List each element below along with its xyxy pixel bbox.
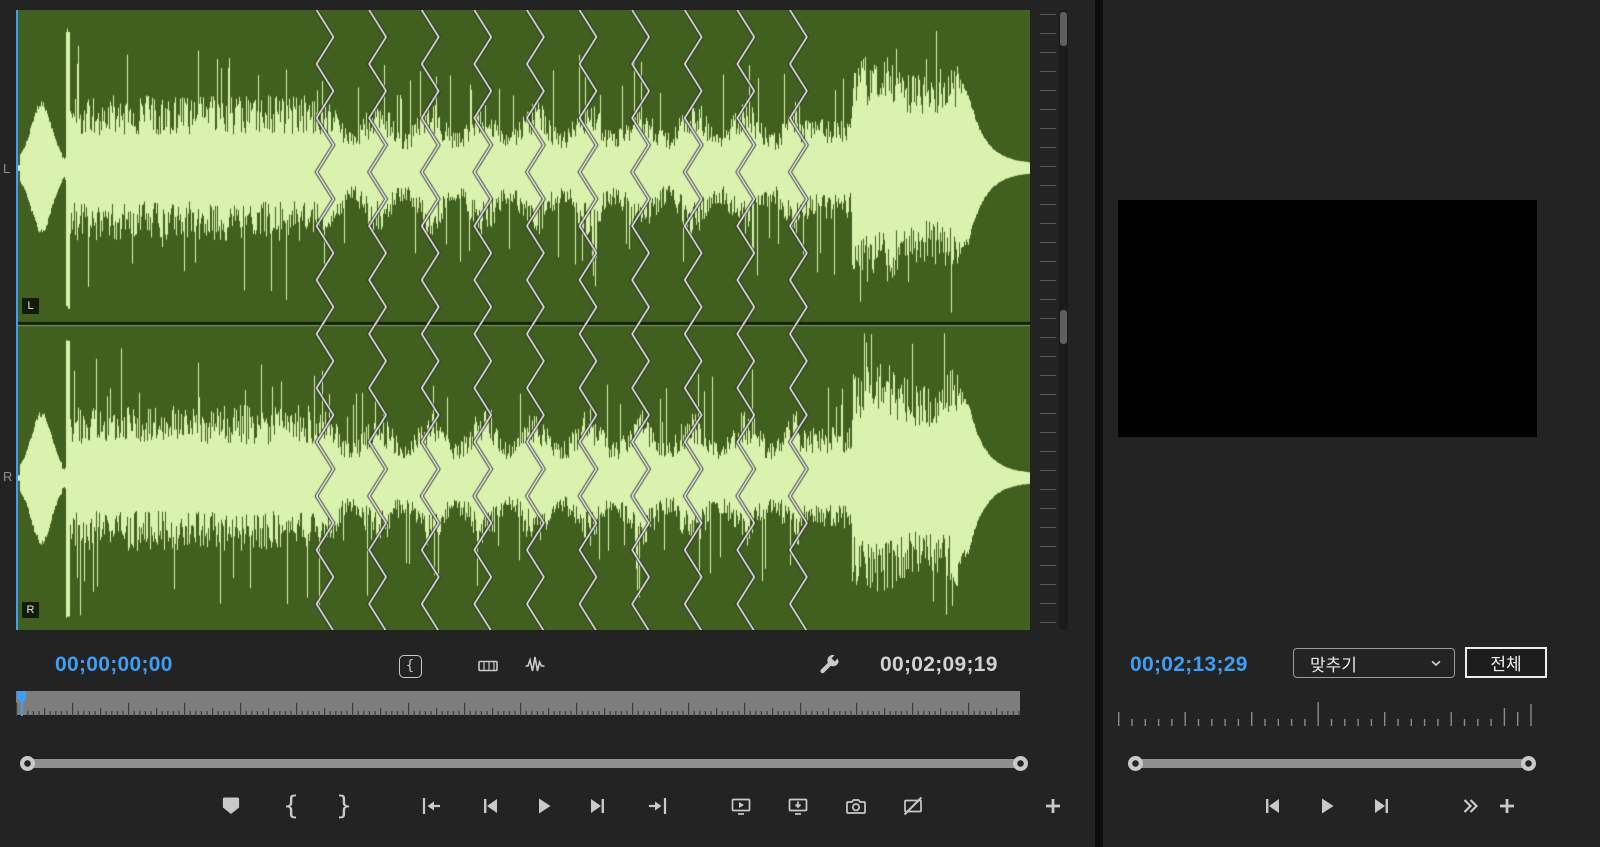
drag-audio-only-button[interactable] — [516, 650, 554, 682]
source-time-ruler[interactable] — [16, 691, 1020, 716]
marker-icon — [222, 797, 240, 814]
step-back-icon — [1266, 799, 1279, 813]
go-to-in-button[interactable] — [411, 786, 451, 826]
add-marker-button[interactable] — [211, 786, 251, 826]
program-zoom-handle-left[interactable] — [1128, 755, 1143, 771]
step-forward-icon — [591, 799, 604, 813]
program-time-ruler[interactable] — [1118, 700, 1532, 728]
premiere-monitors-window: L R L R 00;00;00;00 {00;02;09;19 {} 00… — [0, 0, 1600, 847]
plus-icon — [1500, 799, 1514, 813]
go-to-out-icon — [649, 798, 667, 814]
step-back-button[interactable] — [470, 786, 510, 826]
double-chevron-right-icon — [1463, 799, 1479, 813]
stereo-waveform-canvas — [16, 10, 1030, 630]
vertical-zoom-ticks — [1040, 14, 1056, 626]
go-to-in-icon — [422, 798, 440, 814]
chevron-down-icon — [1431, 660, 1441, 667]
right-channel-label: R — [3, 469, 13, 484]
subclip-brace-button[interactable]: { — [391, 650, 429, 682]
camera-icon — [846, 799, 866, 814]
program-zoom-handle-right[interactable] — [1521, 755, 1536, 771]
mark-in-icon: { — [282, 791, 300, 821]
source-ruler-playhead[interactable] — [17, 691, 27, 716]
brace-box-icon: { — [398, 654, 422, 678]
right-channel-badge: R — [22, 602, 39, 618]
program-step-forward-button[interactable] — [1362, 786, 1402, 826]
source-monitor-panel: L R L R 00;00;00;00 {00;02;09;19 {} — [0, 0, 1095, 847]
full-view-label: 전체 — [1490, 655, 1522, 674]
audio-waveform-icon — [525, 656, 545, 672]
play-button[interactable] — [523, 786, 563, 826]
program-monitor-panel: 00;02;13;29 맞추기 전체 — [1103, 0, 1600, 847]
play-icon — [1322, 798, 1334, 814]
program-play-button[interactable] — [1306, 786, 1346, 826]
step-forward-button[interactable] — [578, 786, 618, 826]
mark-out-button[interactable]: } — [324, 786, 364, 826]
insert-button[interactable] — [721, 786, 761, 826]
source-zoom-handle-right[interactable] — [1013, 755, 1028, 771]
vertical-zoom-scrollbar[interactable] — [1059, 10, 1068, 630]
zoom-fit-label: 맞추기 — [1310, 655, 1357, 675]
source-ruler-ticks — [16, 703, 1020, 716]
button-editor-button[interactable] — [1033, 786, 1073, 826]
overwrite-button[interactable] — [778, 786, 818, 826]
zoom-fit-dropdown[interactable]: 맞추기 — [1293, 648, 1455, 678]
full-view-button[interactable]: 전체 — [1465, 647, 1547, 678]
waveform-display[interactable]: L R — [16, 10, 1030, 630]
program-scrollbar-thumb[interactable] — [1135, 759, 1529, 768]
overwrite-icon — [788, 798, 808, 815]
program-more-buttons[interactable] — [1450, 786, 1490, 826]
brace-glyph: { — [405, 658, 415, 674]
source-zoom-scrollbar[interactable] — [20, 755, 1028, 771]
source-playhead-line — [16, 10, 18, 630]
program-ruler-ticks — [1118, 702, 1532, 726]
program-zoom-scrollbar[interactable] — [1128, 755, 1536, 771]
source-zoom-handle-left[interactable] — [20, 755, 35, 771]
mark-in-button[interactable]: { — [271, 786, 311, 826]
vertical-zoom-thumb-top[interactable] — [1060, 12, 1067, 46]
insert-icon — [731, 798, 751, 815]
export-frame-button[interactable] — [836, 786, 876, 826]
settings-button[interactable] — [810, 650, 848, 682]
wrench-icon — [820, 654, 839, 674]
mark-out-icon: } — [335, 791, 353, 821]
source-scrollbar-thumb[interactable] — [27, 759, 1021, 768]
play-icon — [539, 798, 551, 814]
program-step-back-button[interactable] — [1252, 786, 1292, 826]
source-current-timecode[interactable]: 00;00;00;00 — [55, 653, 173, 677]
go-to-out-button[interactable] — [638, 786, 678, 826]
slashed-frame-icon — [903, 796, 923, 816]
fx-mute-button[interactable] — [893, 786, 933, 826]
playhead-stem — [20, 702, 23, 716]
left-channel-badge: L — [22, 298, 39, 314]
step-forward-icon — [1375, 799, 1388, 813]
vertical-zoom-ruler[interactable] — [1038, 10, 1068, 630]
vertical-zoom-thumb-bottom[interactable] — [1060, 310, 1067, 344]
program-current-timecode[interactable]: 00;02;13;29 — [1130, 653, 1248, 677]
plus-icon — [1046, 799, 1060, 813]
drag-video-only-button[interactable] — [469, 650, 507, 682]
left-channel-label: L — [3, 161, 11, 176]
panel-divider[interactable] — [1095, 0, 1103, 847]
step-back-icon — [484, 799, 497, 813]
program-button-editor-button[interactable] — [1487, 786, 1527, 826]
filmstrip-icon — [478, 660, 498, 672]
source-duration-timecode: 00;02;09;19 — [880, 653, 998, 676]
program-video-frame — [1118, 200, 1537, 437]
